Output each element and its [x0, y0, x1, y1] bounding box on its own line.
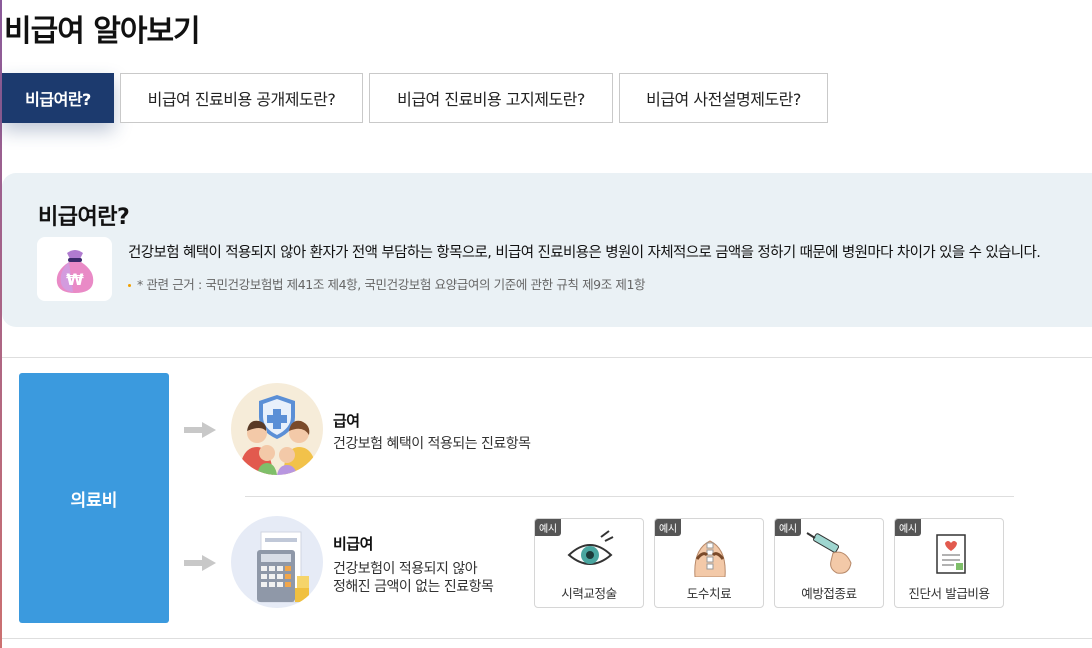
page-title: 비급여 알아보기 [4, 14, 201, 49]
non-covered-description-line2: 정해진 금액이 없는 진료항목 [333, 579, 494, 595]
tab-prior-explanation[interactable]: 비급여 사전설명제도란? [619, 73, 828, 123]
svg-text:₩: ₩ [66, 270, 84, 289]
bullet-dot [128, 284, 131, 287]
covered-description: 건강보험 혜택이 적용되는 진료항목 [333, 436, 531, 452]
non-covered-description: 건강보험이 적용되지 않아 정해진 금액이 없는 진료항목 [333, 560, 494, 596]
example-badge: 예시 [655, 519, 681, 536]
medical-certificate-icon [936, 534, 966, 574]
example-label: 예방접종료 [801, 586, 857, 601]
section-divider-bottom [2, 638, 1092, 639]
eye-icon [567, 530, 614, 565]
info-description: 건강보험 혜택이 적용되지 않아 환자가 전액 부담하는 항목으로, 비급여 진… [128, 245, 1041, 261]
calculator-receipt-icon [231, 516, 323, 608]
example-card-certificate-fee: 예시 진단서 발급비용 [894, 518, 1004, 608]
tab-bar: 비급여란? 비급여 진료비용 공개제도란? 비급여 진료비용 고지제도란? 비급… [2, 73, 834, 123]
row-divider [245, 496, 1014, 497]
example-badge: 예시 [535, 519, 561, 536]
info-note-text: * 관련 근거 : 국민건강보험법 제41조 제4항, 국민건강보험 요양급여의… [137, 277, 646, 292]
arrow-right-icon [184, 422, 216, 438]
info-legal-note: * 관련 근거 : 국민건강보험법 제41조 제4항, 국민건강보험 요양급여의… [128, 274, 646, 293]
arrow-right-icon [184, 555, 216, 571]
example-card-vaccination: 예시 예방접종료 [774, 518, 884, 608]
tab-what-is-non-covered[interactable]: 비급여란? [2, 73, 114, 123]
tab-cost-disclosure[interactable]: 비급여 진료비용 공개제도란? [120, 73, 363, 123]
example-card-vision-correction: 예시 시력교정술 [534, 518, 644, 608]
tab-cost-notice[interactable]: 비급여 진료비용 고지제도란? [369, 73, 613, 123]
section-divider-top [2, 357, 1092, 358]
example-label: 진단서 발급비용 [908, 586, 990, 601]
info-title: 비급여란? [38, 205, 130, 230]
example-badge: 예시 [895, 519, 921, 536]
syringe-icon [806, 532, 852, 574]
example-badge: 예시 [775, 519, 801, 536]
medical-cost-box: 의료비 [19, 373, 169, 623]
medical-cost-label: 의료비 [70, 490, 118, 511]
non-covered-description-line1: 건강보험이 적용되지 않아 [333, 561, 478, 577]
covered-title: 급여 [333, 412, 360, 430]
example-label: 도수치료 [686, 586, 732, 601]
info-box: 비급여란? ₩ 건강보험 혜택이 적용되지 않아 환자가 전액 부담하는 항목으… [2, 173, 1092, 327]
spine-therapy-icon [694, 540, 726, 577]
example-card-manual-therapy: 예시 도수치료 [654, 518, 764, 608]
family-shield-icon [231, 383, 323, 475]
money-bag-won-icon: ₩ [37, 237, 112, 301]
non-covered-title: 비급여 [333, 535, 373, 553]
example-label: 시력교정술 [561, 586, 617, 601]
